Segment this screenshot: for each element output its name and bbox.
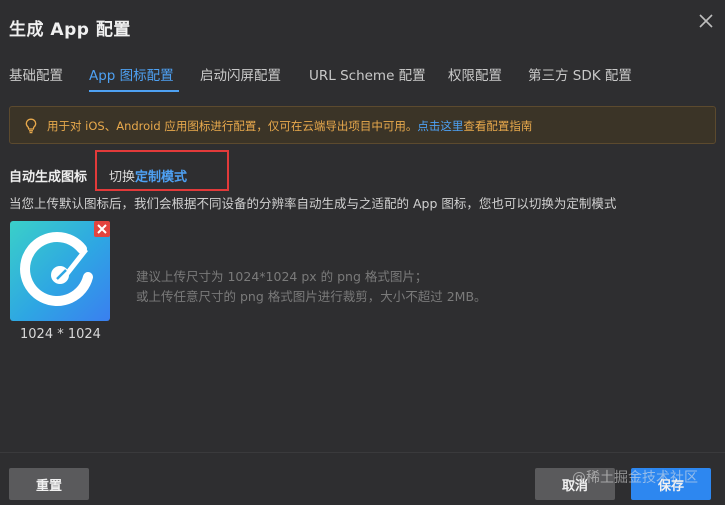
app-config-dialog: 生成 App 配置 基础配置 App 图标配置 启动闪屏配置 URL Schem…	[0, 0, 725, 505]
tab-url-scheme[interactable]: URL Scheme 配置	[309, 64, 426, 84]
notice-text: 用于对 iOS、Android 应用图标进行配置，仅可在云端导出项目中可用。	[47, 119, 418, 133]
notice-link[interactable]: 点击这里	[417, 119, 463, 133]
reset-button[interactable]: 重置	[9, 468, 89, 500]
notice-link-tail[interactable]: 查看配置指南	[463, 119, 532, 133]
tab-app-icon[interactable]: App 图标配置	[89, 64, 174, 84]
icon-size-label: 1024 * 1024	[20, 327, 101, 342]
dialog-title: 生成 App 配置	[9, 20, 131, 40]
section-title: 自动生成图标	[9, 170, 88, 185]
upload-hint-line2: 或上传任意尺寸的 png 格式图片进行裁剪，大小不超过 2MB。	[136, 289, 487, 304]
close-icon[interactable]	[697, 12, 715, 30]
section-description: 当您上传默认图标后，我们会根据不同设备的分辨率自动生成与之适配的 App 图标，…	[9, 196, 617, 211]
tab-splash[interactable]: 启动闪屏配置	[200, 64, 281, 84]
remove-icon-button[interactable]	[94, 221, 110, 237]
switch-custom-mode-link[interactable]: 定制模式	[135, 170, 187, 185]
tab-permissions[interactable]: 权限配置	[448, 64, 502, 84]
tab-third-party-sdk[interactable]: 第三方 SDK 配置	[528, 64, 632, 84]
active-tab-indicator	[89, 90, 179, 92]
footer-divider	[0, 452, 725, 453]
lightbulb-icon	[25, 118, 37, 134]
tab-bar: 基础配置 App 图标配置 启动闪屏配置 URL Scheme 配置 权限配置 …	[0, 56, 725, 92]
info-notice: 用于对 iOS、Android 应用图标进行配置，仅可在云端导出项目中可用。点击…	[9, 106, 716, 144]
upload-hint-line1: 建议上传尺寸为 1024*1024 px 的 png 格式图片；	[136, 269, 428, 284]
switch-prefix: 切换	[109, 170, 136, 185]
tab-basic[interactable]: 基础配置	[9, 64, 63, 84]
cancel-button[interactable]: 取消	[535, 468, 615, 500]
save-button[interactable]: 保存	[631, 468, 711, 500]
close-icon	[97, 224, 107, 234]
